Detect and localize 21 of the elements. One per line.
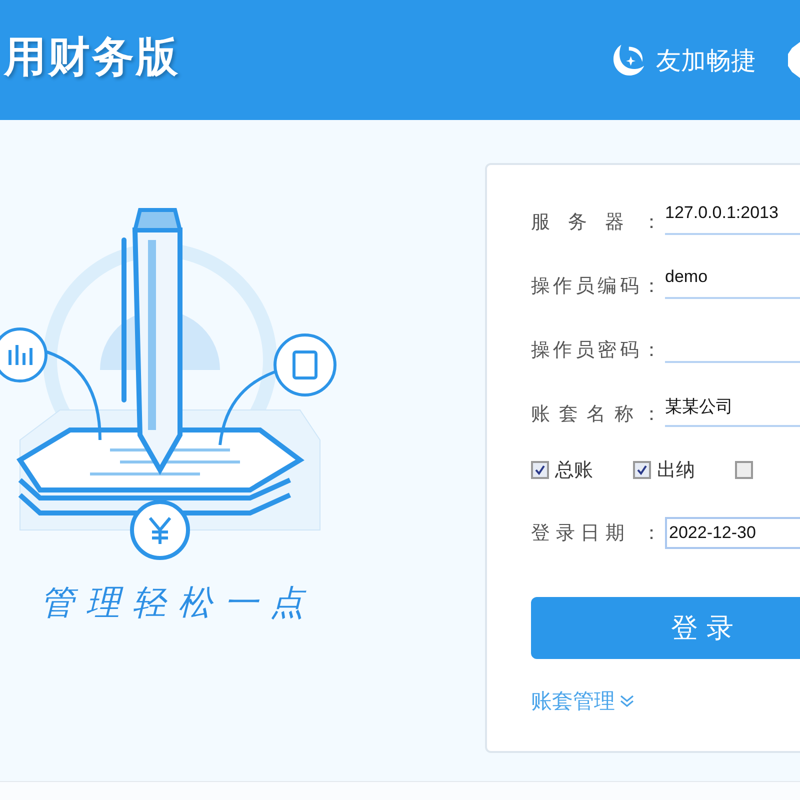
checkbox-label: 总账 [555, 458, 593, 483]
checkbox-label: 出纳 [657, 458, 695, 483]
checkmark-icon [534, 464, 546, 476]
field-label: 登录日期 ： [531, 521, 662, 546]
brand-name: 友加畅捷 [656, 44, 756, 76]
double-chevron-icon [619, 694, 635, 708]
input-field[interactable]: demo [665, 267, 800, 299]
field-label: 操作员编码： [531, 274, 662, 299]
product-title: 用财务版 [2, 31, 180, 83]
field-label: 账套名称： [531, 402, 662, 427]
field-label: 服务器： [531, 210, 662, 235]
checkbox[interactable] [633, 461, 651, 479]
hexagon-icon [788, 42, 800, 78]
checkmark-icon [636, 464, 648, 476]
input-field[interactable]: 某某公司 [665, 395, 800, 427]
input-field[interactable]: 127.0.0.1:2013 [665, 203, 800, 235]
checkbox[interactable] [531, 461, 549, 479]
checkbox[interactable] [735, 461, 753, 479]
date-field[interactable]: 2022-12-30 [665, 517, 800, 549]
slogan: 管理轻松一点 [40, 582, 317, 625]
field-label: 操作员密码： [531, 338, 662, 363]
